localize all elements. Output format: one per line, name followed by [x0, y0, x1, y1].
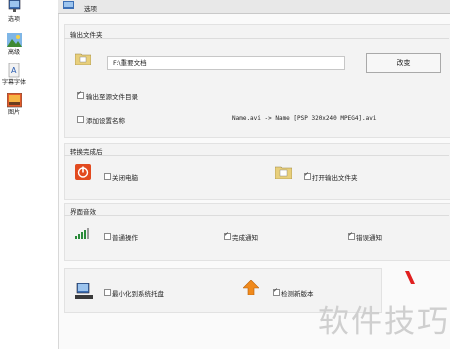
sidebar: 选项 高级 A 字幕字体 图片 — [0, 0, 28, 349]
sidebar-item-advanced[interactable]: 高级 — [0, 33, 28, 56]
svg-text:A: A — [11, 66, 17, 75]
system-tray-icon — [75, 283, 93, 299]
picture-icon — [6, 93, 22, 108]
open-output-checkbox[interactable] — [304, 171, 311, 180]
sidebar-item-label: 图片 — [7, 109, 20, 116]
error-notify-checkbox[interactable] — [348, 231, 355, 240]
landscape-icon — [6, 33, 22, 47]
watermark-text: 软件技巧 — [318, 304, 450, 340]
sidebar-item-label: 字幕字体 — [1, 79, 26, 86]
output-to-source-checkbox[interactable] — [77, 90, 84, 99]
check-update-label: 检测新版本 — [281, 290, 314, 298]
folder-icon — [75, 53, 91, 65]
change-button[interactable]: 改变 — [366, 53, 441, 73]
sidebar-item-picture[interactable]: 图片 — [0, 93, 28, 116]
rename-example: Name.avi -> Name [PSP 320x240 MPEG4].avi — [232, 115, 377, 122]
title-bar: 选项 — [58, 0, 450, 14]
volume-bars-icon — [75, 228, 89, 239]
page-title: 选项 — [84, 5, 97, 13]
add-setting-name-checkbox[interactable] — [77, 116, 84, 123]
check-update-checkbox[interactable] — [273, 287, 280, 296]
complete-notify-label: 完成通知 — [232, 234, 258, 242]
font-document-icon: A — [8, 63, 19, 78]
normal-op-checkbox[interactable] — [104, 233, 111, 240]
sidebar-item-options[interactable]: 选项 — [0, 0, 28, 23]
monitor-icon — [8, 0, 20, 12]
sidebar-item-label: 选项 — [7, 16, 20, 23]
shutdown-label: 关闭电脑 — [112, 174, 138, 182]
sidebar-item-subtitle-font[interactable]: A 字幕字体 — [0, 63, 28, 86]
open-folder-icon — [275, 166, 292, 179]
minimize-tray-checkbox[interactable] — [104, 289, 111, 296]
sidebar-item-label: 高级 — [7, 49, 20, 56]
update-arrow-icon — [243, 280, 259, 295]
options-icon — [63, 1, 74, 9]
normal-op-label: 普通操作 — [112, 234, 138, 242]
output-path-input[interactable]: F:\重要文档 — [107, 56, 345, 70]
shutdown-checkbox[interactable] — [104, 173, 111, 180]
output-to-source-label: 输出至源文件目录 — [86, 93, 138, 101]
add-setting-name-label: 添加设置名称 — [86, 117, 125, 125]
red-pointer-mark — [405, 271, 415, 284]
minimize-tray-label: 最小化到系统托盘 — [112, 290, 164, 298]
complete-notify-checkbox[interactable] — [224, 231, 231, 240]
power-icon — [75, 164, 91, 180]
open-output-label: 打开输出文件夹 — [312, 174, 358, 182]
error-notify-label: 错误通知 — [356, 234, 382, 242]
